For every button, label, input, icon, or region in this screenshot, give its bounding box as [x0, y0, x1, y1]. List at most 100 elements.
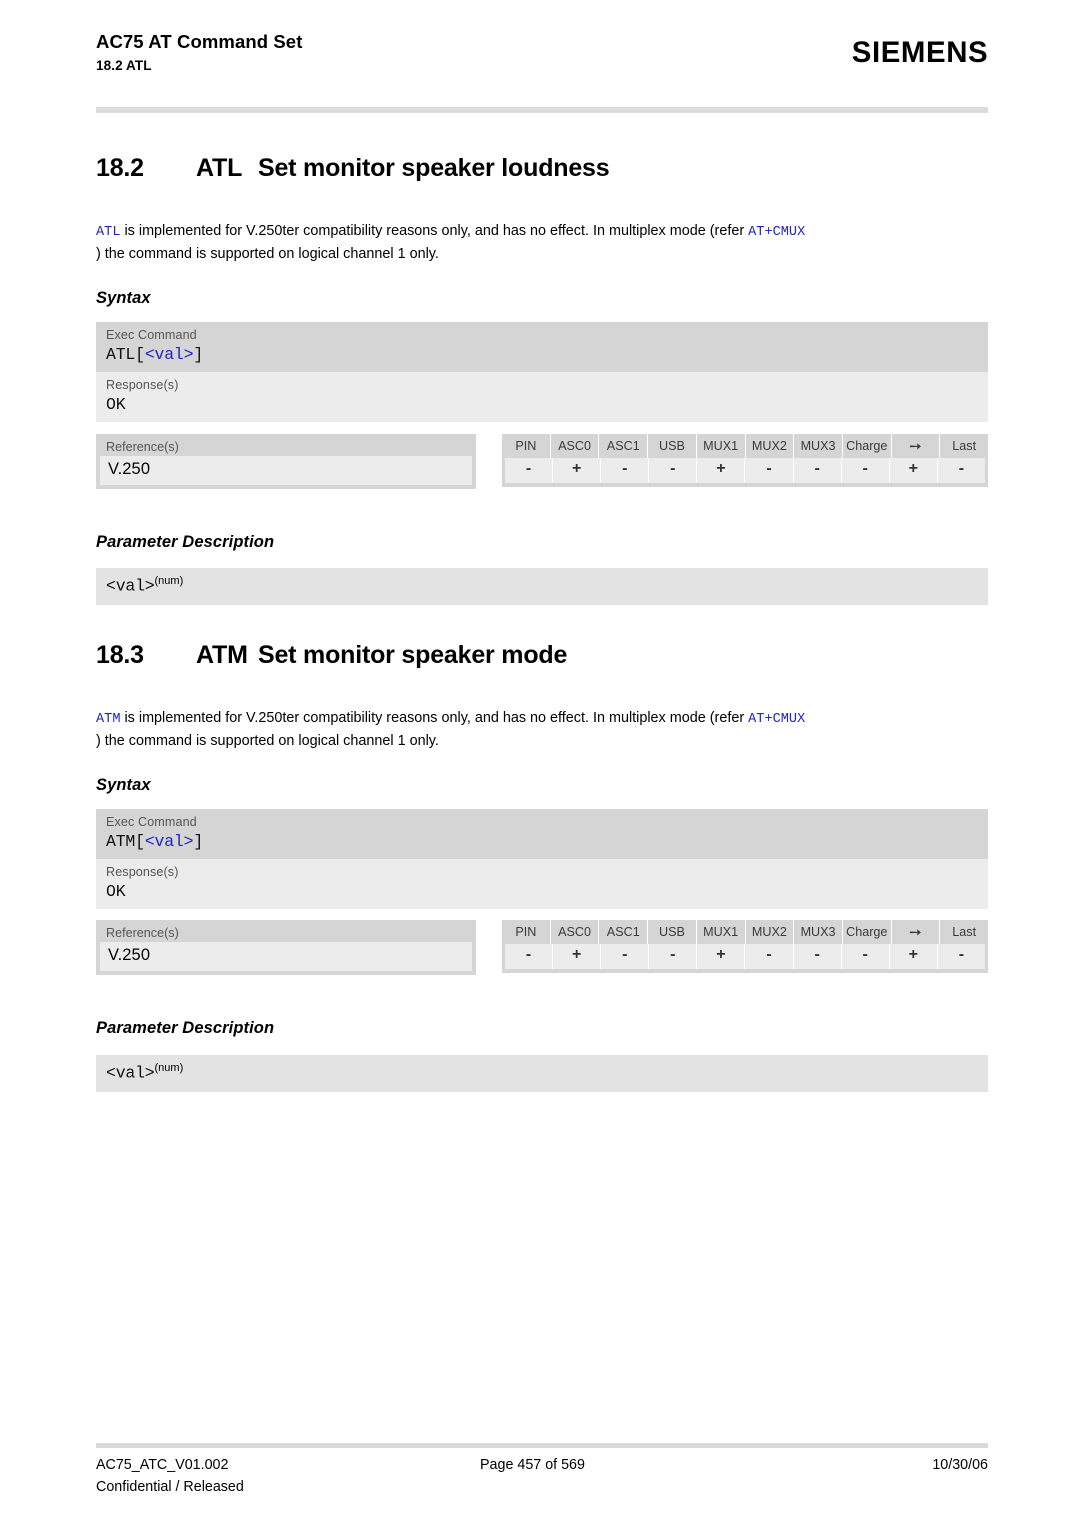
val-mux1: +	[697, 458, 746, 483]
response-row: Response(s) OK	[96, 372, 988, 422]
val-charge: -	[841, 944, 890, 969]
section-intro-paragraph-18-3: ATM is implemented for V.250ter compatib…	[96, 708, 988, 752]
val-pin: -	[505, 944, 554, 969]
exec-command-value: ATM[<val>]	[96, 830, 988, 859]
val-asc1: -	[601, 944, 650, 969]
atm-command-link[interactable]: ATM	[96, 712, 120, 727]
intro-text-part-2: ) the command is supported on logical ch…	[96, 732, 439, 749]
section-command: ATM	[196, 641, 248, 669]
parameter-description-heading-18-3: Parameter Description	[96, 1019, 275, 1037]
capability-value-row: - + - - + - - - + -	[502, 458, 988, 487]
col-header-mux1: MUX1	[697, 920, 746, 944]
exec-suffix: ]	[193, 345, 204, 364]
exec-command-value: ATL[<val>]	[96, 343, 988, 372]
footer-date: 10/30/06	[932, 1457, 988, 1473]
references-value: V.250	[100, 456, 472, 485]
footer-page-number: Page 457 of 569	[480, 1457, 585, 1473]
airplane-icon: ➚	[905, 922, 926, 943]
reference-row-18-2: Reference(s) V.250 PIN ASC0 ASC1 USB MUX…	[96, 434, 988, 492]
val-pin: -	[505, 458, 554, 483]
col-header-mux2: MUX2	[746, 920, 795, 944]
response-value: OK	[96, 880, 988, 909]
reference-row-18-3: Reference(s) V.250 PIN ASC0 ASC1 USB MUX…	[96, 920, 988, 978]
airplane-icon: ➚	[905, 436, 926, 457]
intro-text-part-2: ) the command is supported on logical ch…	[96, 245, 439, 262]
val-airplane: +	[889, 458, 938, 483]
val-usb: -	[649, 458, 698, 483]
val-asc0: +	[553, 458, 602, 483]
capability-table-18-3: PIN ASC0 ASC1 USB MUX1 MUX2 MUX3 Charge …	[502, 920, 988, 973]
atcmux-command-link[interactable]: AT+CMUX	[748, 225, 805, 240]
exec-command-row: Exec Command ATM[<val>]	[96, 809, 988, 859]
val-last: -	[937, 944, 985, 969]
parameter-band-18-3: <val>(num)	[96, 1055, 988, 1093]
syntax-table-18-2: Exec Command ATL[<val>] Response(s) OK	[96, 322, 988, 422]
footer-doc-id: AC75_ATC_V01.002	[96, 1457, 229, 1473]
header-divider	[96, 107, 988, 113]
exec-command-label: Exec Command	[106, 815, 197, 829]
parameter-description-heading-18-2: Parameter Description	[96, 533, 275, 551]
response-row: Response(s) OK	[96, 859, 988, 909]
parameter-band-18-2: <val>(num)	[96, 568, 988, 606]
intro-text-part-1: is implemented for V.250ter compatibilit…	[120, 710, 749, 726]
col-header-last: Last	[952, 439, 977, 453]
siemens-logo: SIEMENS	[851, 36, 988, 69]
col-header-asc1: ASC1	[599, 434, 649, 458]
val-airplane: +	[889, 944, 938, 969]
references-value: V.250	[100, 942, 472, 971]
val-mux3: -	[793, 944, 842, 969]
syntax-table-18-3: Exec Command ATM[<val>] Response(s) OK	[96, 809, 988, 909]
document-page: AC75 AT Command Set 18.2 ATL SIEMENS 18.…	[0, 0, 1080, 1528]
capability-header-row: PIN ASC0 ASC1 USB MUX1 MUX2 MUX3 Charge …	[502, 920, 988, 944]
section-heading-18-3: 18.3 ATM Set monitor speaker mode	[96, 641, 567, 670]
exec-param-val[interactable]: <val>	[145, 832, 194, 851]
parameter-name: <val>	[106, 1063, 155, 1083]
footer-divider	[96, 1443, 988, 1448]
col-header-pin: PIN	[502, 920, 551, 944]
exec-param-val[interactable]: <val>	[145, 345, 194, 364]
response-label: Response(s)	[106, 378, 179, 392]
val-mux2: -	[745, 458, 794, 483]
col-header-asc0: ASC0	[551, 434, 600, 458]
val-mux2: -	[745, 944, 794, 969]
parameter-type-sup: (num)	[154, 1062, 184, 1074]
col-header-usb: USB	[648, 920, 697, 944]
col-header-last: Last	[952, 925, 977, 939]
page-header: AC75 AT Command Set 18.2 ATL SIEMENS	[96, 30, 988, 110]
syntax-heading-18-3: Syntax	[96, 776, 151, 794]
references-label: Reference(s)	[106, 926, 179, 940]
parameter-name: <val>	[106, 576, 155, 596]
section-command: ATL	[196, 154, 243, 182]
references-cell: Reference(s) V.250	[96, 434, 476, 489]
response-value: OK	[96, 393, 988, 422]
section-title: Set monitor speaker mode	[258, 641, 568, 669]
intro-text-part-1: is implemented for V.250ter compatibilit…	[120, 223, 749, 239]
references-cell: Reference(s) V.250	[96, 920, 476, 975]
exec-prefix: ATM[	[106, 832, 145, 851]
col-header-mux2: MUX2	[746, 434, 795, 458]
capability-header-row: PIN ASC0 ASC1 USB MUX1 MUX2 MUX3 Charge …	[502, 434, 988, 458]
exec-suffix: ]	[193, 832, 204, 851]
atcmux-command-link[interactable]: AT+CMUX	[748, 712, 805, 727]
val-usb: -	[649, 944, 698, 969]
section-number: 18.2	[96, 154, 144, 182]
col-header-charge: Charge	[843, 920, 892, 944]
val-mux1: +	[697, 944, 746, 969]
section-intro-paragraph-18-2: ATL is implemented for V.250ter compatib…	[96, 221, 988, 265]
exec-command-row: Exec Command ATL[<val>]	[96, 322, 988, 372]
footer-classification: Confidential / Released	[96, 1479, 244, 1495]
atl-command-link[interactable]: ATL	[96, 225, 120, 240]
parameter-type-sup: (num)	[154, 575, 184, 587]
exec-prefix: ATL[	[106, 345, 145, 364]
capability-value-row: - + - - + - - - + -	[502, 944, 988, 973]
val-asc0: +	[553, 944, 602, 969]
val-asc1: -	[601, 458, 650, 483]
col-header-pin: PIN	[502, 434, 551, 458]
col-header-airplane: ➚	[892, 434, 941, 458]
section-number: 18.3	[96, 641, 144, 669]
page-footer: AC75_ATC_V01.002 Page 457 of 569 10/30/0…	[96, 1455, 988, 1497]
col-header-airplane: ➚	[892, 920, 941, 944]
col-header-asc1: ASC1	[599, 920, 649, 944]
val-mux3: -	[793, 458, 842, 483]
col-header-usb: USB	[648, 434, 697, 458]
